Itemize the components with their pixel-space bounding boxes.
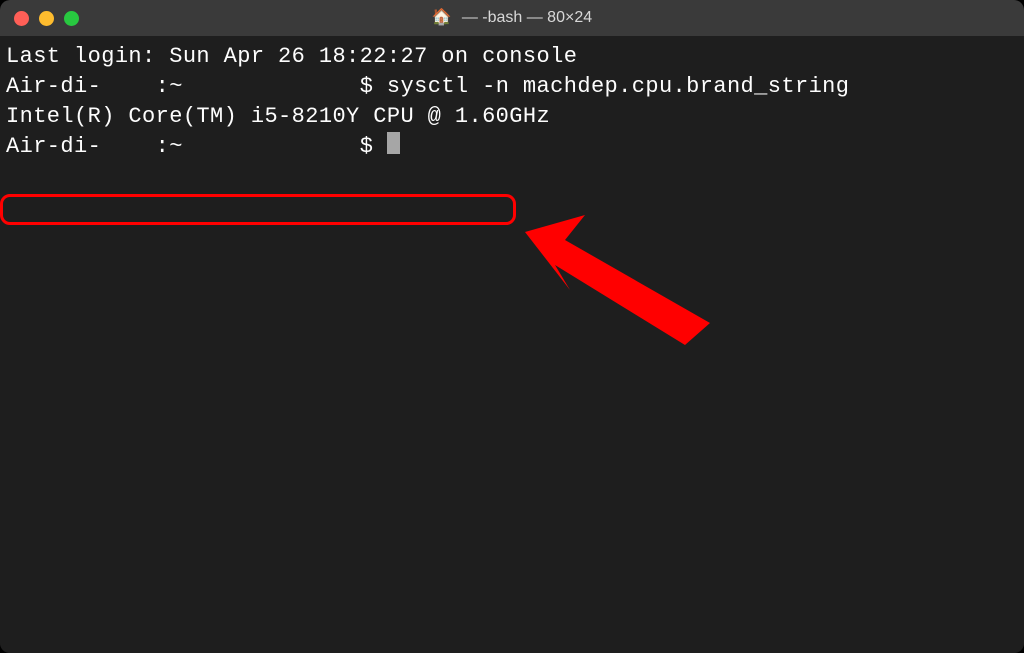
hostname: Air-di- [6,134,101,159]
prompt-symbol: $ [360,74,374,99]
path: :~ [156,74,183,99]
home-folder-icon: 🏠 [432,10,452,26]
window-title-text: — -bash — 80×24 [462,9,592,27]
zoom-button[interactable] [64,11,79,26]
hostname: Air-di- [6,74,101,99]
terminal-window: 🏠 — -bash — 80×24 Last login: Sun Apr 26… [0,0,1024,653]
terminal-content[interactable]: Last login: Sun Apr 26 18:22:27 on conso… [0,36,1024,653]
command-line-2: Air-di- :~ $ [6,132,1018,162]
last-login-line: Last login: Sun Apr 26 18:22:27 on conso… [6,42,1018,72]
cursor [387,132,400,154]
close-button[interactable] [14,11,29,26]
window-title: 🏠 — -bash — 80×24 [0,9,1024,27]
command-line-1: Air-di- :~ $ sysctl -n machdep.cpu.brand… [6,72,1018,102]
window-controls [14,11,79,26]
command-text: sysctl -n machdep.cpu.brand_string [387,74,849,99]
prompt-symbol: $ [360,134,374,159]
minimize-button[interactable] [39,11,54,26]
path: :~ [156,134,183,159]
titlebar: 🏠 — -bash — 80×24 [0,0,1024,36]
command-output: Intel(R) Core(TM) i5-8210Y CPU @ 1.60GHz [6,102,1018,132]
